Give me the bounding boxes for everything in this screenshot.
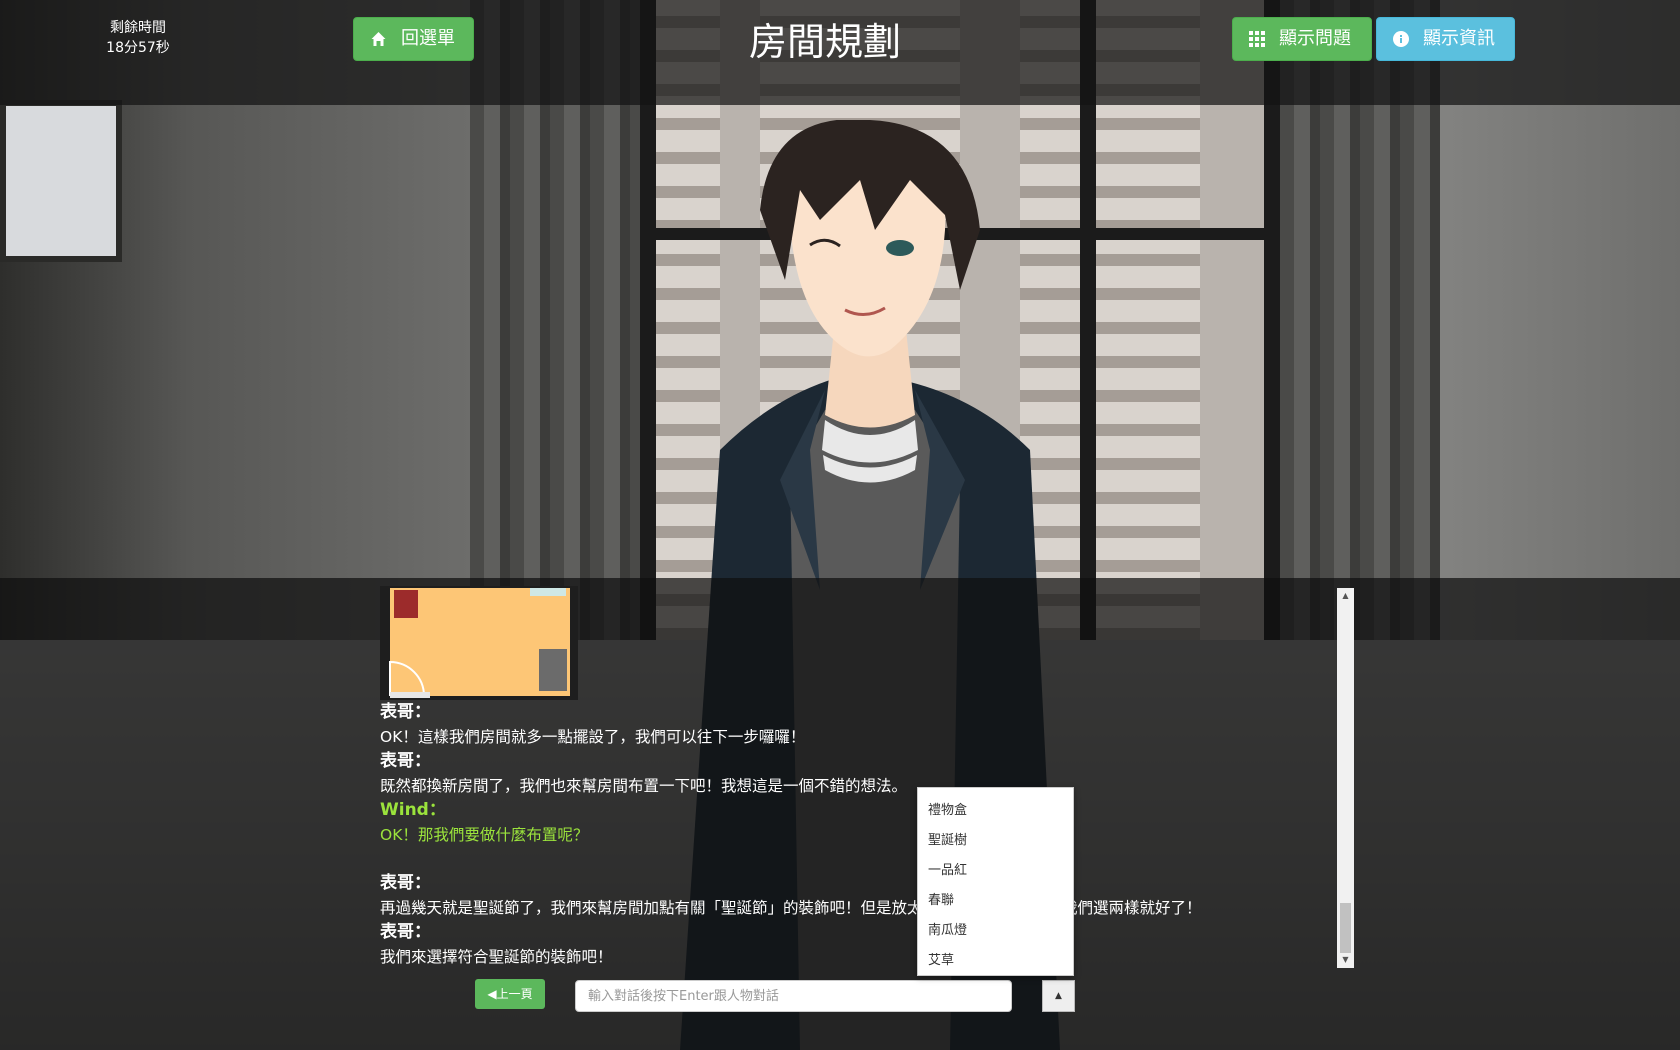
show-question-label: 顯示問題	[1279, 28, 1351, 49]
dialog-text: 再過幾天就是聖誕節了，我們來幫房間加點有關「聖誕節」的裝飾吧！但是放太多東西又會…	[380, 898, 1202, 917]
kitchen-window	[0, 100, 122, 262]
scroll-down-icon[interactable]: ▼	[1337, 952, 1354, 968]
dropdown-toggle-button[interactable]: ▲	[1042, 980, 1075, 1012]
show-question-button[interactable]: 顯示問題	[1232, 17, 1372, 61]
dialog-text: OK！這樣我們房間就多一點擺設了，我們可以往下一步囉囉！	[380, 727, 806, 746]
home-icon	[371, 32, 386, 46]
countdown-timer: 剩餘時間 18分57秒	[90, 18, 186, 58]
dialog-lines: 表哥： OK！這樣我們房間就多一點擺設了，我們可以往下一步囉囉！ 表哥： 既然都…	[380, 700, 1340, 966]
timer-label: 剩餘時間	[110, 20, 166, 36]
speaker-name: 表哥：	[380, 873, 431, 893]
decoration-dropdown: 禮物盒 聖誕樹 一品紅 春聯 南瓜燈 艾草	[917, 787, 1074, 976]
grid-icon	[1249, 31, 1265, 47]
show-info-label: 顯示資訊	[1423, 28, 1495, 49]
dialog-text: 既然都換新房間了，我們也來幫房間布置一下吧！我想這是一個不錯的想法。	[380, 776, 908, 795]
scrollbar-thumb[interactable]	[1340, 903, 1351, 953]
dropdown-option[interactable]: 春聯	[918, 886, 1073, 916]
speaker-name: 表哥：	[380, 702, 431, 722]
page-title: 房間規劃	[748, 20, 901, 64]
floor-plan-image	[380, 586, 578, 700]
chat-input[interactable]	[575, 980, 1012, 1012]
speaker-name: 表哥：	[380, 751, 431, 771]
dialog-log: 表哥： OK！這樣我們房間就多一點擺設了，我們可以往下一步囉囉！ 表哥： 既然都…	[380, 586, 1340, 966]
player-text: OK！那我們要做什麼布置呢？	[380, 825, 589, 844]
back-to-menu-label: 回選單	[401, 28, 455, 49]
caret-up-icon: ▲	[1055, 991, 1062, 1001]
dropdown-option[interactable]: 南瓜燈	[918, 916, 1073, 946]
back-to-menu-button[interactable]: 回選單	[353, 17, 474, 61]
speaker-name: 表哥：	[380, 922, 431, 942]
scroll-up-icon[interactable]: ▲	[1337, 588, 1354, 604]
timer-value: 18分57秒	[106, 40, 170, 56]
top-bar: 剩餘時間 18分57秒 回選單 房間規劃 顯示問題 顯示資訊	[0, 0, 1680, 105]
dialog-text: 我們來選擇符合聖誕節的裝飾吧！	[380, 947, 613, 966]
dropdown-option[interactable]: 艾草	[918, 946, 1073, 976]
player-name: Wind：	[380, 800, 446, 820]
dropdown-option[interactable]: 一品紅	[918, 856, 1073, 886]
dialog-scrollbar[interactable]: ▲ ▼	[1337, 588, 1354, 968]
dropdown-option[interactable]: 禮物盒	[918, 796, 1073, 826]
info-icon	[1393, 31, 1409, 47]
dropdown-option[interactable]: 聖誕樹	[918, 826, 1073, 856]
previous-page-button[interactable]: ◀上一頁	[475, 979, 545, 1009]
show-info-button[interactable]: 顯示資訊	[1376, 17, 1515, 61]
